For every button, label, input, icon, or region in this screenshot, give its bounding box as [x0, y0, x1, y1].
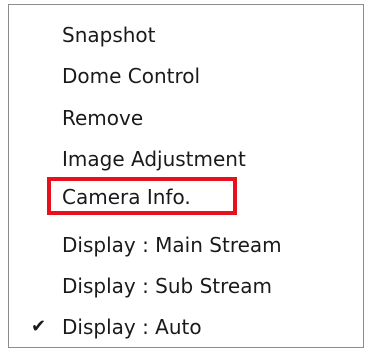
menu-item-label: Display : Main Stream — [62, 233, 282, 257]
menu-item-label: Image Adjustment — [62, 147, 246, 171]
highlight-box — [47, 177, 237, 215]
checkmark-icon: ✔ — [31, 316, 47, 337]
menu-item-display-auto[interactable]: ✔ Display : Auto — [9, 309, 363, 345]
menu-item-remove[interactable]: Remove — [9, 100, 363, 136]
menu-item-dome-control[interactable]: Dome Control — [9, 58, 363, 94]
menu-item-label: Snapshot — [62, 23, 156, 47]
menu-item-label: Display : Auto — [62, 315, 202, 339]
menu-item-display-sub-stream[interactable]: Display : Sub Stream — [9, 268, 363, 304]
menu-item-label: Remove — [62, 106, 144, 130]
menu-item-label: Display : Sub Stream — [62, 274, 272, 298]
menu-item-image-adjustment[interactable]: Image Adjustment — [9, 141, 363, 177]
menu-item-label: Dome Control — [62, 64, 201, 88]
context-menu: Snapshot Dome Control Remove Image Adjus… — [8, 4, 364, 348]
menu-item-display-main-stream[interactable]: Display : Main Stream — [9, 227, 363, 263]
menu-item-snapshot[interactable]: Snapshot — [9, 17, 363, 53]
